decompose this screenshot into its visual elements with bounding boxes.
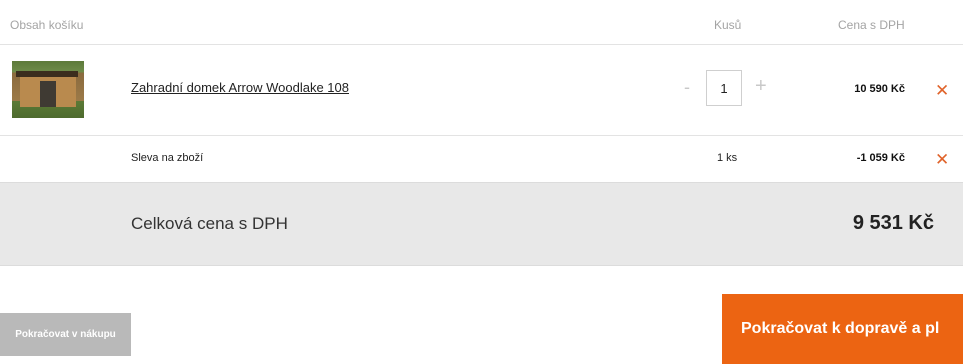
continue-to-shipping-button[interactable]: Pokračovat k dopravě a pl (722, 294, 963, 364)
remove-item-icon[interactable]: ✕ (935, 82, 949, 99)
cart-item-row: Zahradní domek Arrow Woodlake 108 - + 10… (0, 45, 963, 136)
header-quantity: Kusů (714, 18, 742, 32)
product-name-link[interactable]: Zahradní domek Arrow Woodlake 108 (131, 80, 349, 95)
discount-quantity: 1 ks (717, 152, 738, 164)
cart-total-row: Celková cena s DPH 9 531 Kč (0, 182, 963, 266)
quantity-input[interactable] (706, 70, 742, 106)
cart-table-header: Obsah košíku Kusů Cena s DPH (0, 0, 963, 45)
continue-shopping-button[interactable]: Pokračovat v nákupu (0, 313, 131, 356)
thumbnail-door (40, 81, 56, 107)
header-price: Cena s DPH (838, 18, 905, 32)
discount-label: Sleva na zboží (131, 152, 204, 164)
total-value: 9 531 Kč (852, 212, 934, 234)
product-thumbnail[interactable] (12, 61, 84, 118)
discount-row: Sleva na zboží 1 ks -1 059 Kč ✕ (0, 136, 963, 181)
quantity-increase-button[interactable]: + (755, 75, 767, 98)
total-label: Celková cena s DPH (131, 214, 288, 233)
header-content: Obsah košíku (10, 18, 84, 32)
remove-discount-icon[interactable]: ✕ (935, 151, 949, 168)
shopping-cart: Obsah košíku Kusů Cena s DPH Zahradní do… (0, 0, 963, 364)
quantity-decrease-button[interactable]: - (684, 77, 690, 98)
discount-price: -1 059 Kč (856, 152, 905, 164)
product-price: 10 590 Kč (854, 83, 905, 95)
